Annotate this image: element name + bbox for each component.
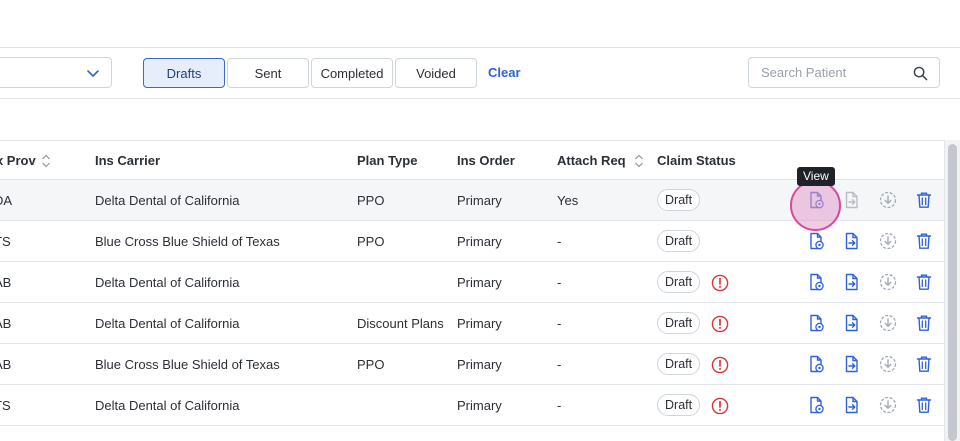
search-input[interactable] bbox=[761, 65, 911, 80]
sort-icon[interactable] bbox=[634, 154, 644, 168]
attach-req-cell: - bbox=[557, 398, 562, 413]
download-icon[interactable] bbox=[879, 396, 897, 414]
plan-type-cell: Discount Plans bbox=[357, 316, 444, 331]
trash-icon[interactable] bbox=[915, 314, 933, 332]
warning-icon[interactable] bbox=[711, 315, 729, 333]
column-ins-carrier: Ins Carrier bbox=[95, 153, 161, 168]
table-row[interactable]: AB Delta Dental of California Primary - Draf… bbox=[0, 262, 944, 303]
cursor-hover-indicator bbox=[790, 180, 841, 231]
table-row[interactable]: TS Delta Dental of California Primary - Draf… bbox=[0, 385, 944, 426]
plan-type-cell: PPO bbox=[357, 234, 385, 249]
download-icon[interactable] bbox=[879, 355, 897, 373]
trash-icon[interactable] bbox=[915, 273, 933, 291]
trash-icon[interactable] bbox=[915, 355, 933, 373]
send-document-icon[interactable] bbox=[843, 396, 861, 414]
status-badge: Draft bbox=[657, 312, 701, 334]
table-row[interactable]: AB Blue Cross Blue Shield of Texas PPO Prim… bbox=[0, 344, 944, 385]
status-badge: Draft bbox=[657, 189, 701, 211]
ins-carrier-cell: Delta Dental of California bbox=[95, 275, 240, 290]
download-icon[interactable] bbox=[879, 314, 897, 332]
ins-carrier-cell: Delta Dental of California bbox=[95, 193, 240, 208]
status-badge: Draft bbox=[657, 394, 701, 416]
plan-type-cell: PPO bbox=[357, 357, 385, 372]
warning-icon[interactable] bbox=[711, 356, 729, 374]
tx-prov-cell: TS bbox=[0, 398, 11, 413]
tx-prov-cell: AB bbox=[0, 357, 12, 372]
attach-req-cell: - bbox=[557, 275, 562, 290]
view-document-icon[interactable] bbox=[807, 232, 825, 250]
tx-prov-cell: AB bbox=[0, 275, 12, 290]
trash-icon[interactable] bbox=[915, 232, 933, 250]
status-badge: Draft bbox=[657, 271, 701, 293]
filter-dropdown[interactable] bbox=[0, 57, 112, 88]
chevron-down-icon bbox=[87, 70, 99, 77]
attach-req-cell: - bbox=[557, 234, 562, 249]
scrollbar-thumb[interactable] bbox=[948, 144, 957, 441]
view-document-icon[interactable] bbox=[807, 355, 825, 373]
send-document-icon[interactable] bbox=[843, 314, 861, 332]
plan-type-cell: PPO bbox=[357, 193, 385, 208]
top-bar bbox=[0, 0, 960, 48]
tx-prov-cell: TS bbox=[0, 234, 11, 249]
column-ins-order: Ins Order bbox=[457, 153, 515, 168]
column-tx-prov[interactable]: Tx Prov bbox=[0, 153, 51, 168]
ins-carrier-cell: Blue Cross Blue Shield of Texas bbox=[95, 357, 280, 372]
download-icon[interactable] bbox=[879, 273, 897, 291]
ins-carrier-cell: Delta Dental of California bbox=[95, 398, 240, 413]
send-document-icon[interactable] bbox=[843, 355, 861, 373]
ins-order-cell: Primary bbox=[457, 234, 502, 249]
search-box[interactable] bbox=[748, 57, 940, 88]
view-document-icon[interactable] bbox=[807, 314, 825, 332]
tab-voided[interactable]: Voided bbox=[395, 58, 477, 88]
trash-icon[interactable] bbox=[915, 191, 933, 209]
clear-filters-link[interactable]: Clear bbox=[488, 65, 521, 80]
attach-req-cell: - bbox=[557, 316, 562, 331]
download-icon[interactable] bbox=[879, 232, 897, 250]
column-claim-status: Claim Status bbox=[657, 153, 736, 168]
ins-order-cell: Primary bbox=[457, 275, 502, 290]
download-icon[interactable] bbox=[879, 191, 897, 209]
ins-order-cell: Primary bbox=[457, 193, 502, 208]
filter-bar: Drafts Sent Completed Voided Clear bbox=[0, 48, 960, 99]
ins-carrier-cell: Blue Cross Blue Shield of Texas bbox=[95, 234, 280, 249]
column-attach-req[interactable]: Attach Req bbox=[557, 153, 644, 168]
search-icon[interactable] bbox=[913, 66, 928, 81]
ins-order-cell: Primary bbox=[457, 398, 502, 413]
ins-carrier-cell: Delta Dental of California bbox=[95, 316, 240, 331]
view-document-icon[interactable] bbox=[807, 396, 825, 414]
ins-order-cell: Primary bbox=[457, 316, 502, 331]
view-document-icon[interactable] bbox=[807, 273, 825, 291]
trash-icon[interactable] bbox=[915, 396, 933, 414]
attach-req-cell: Yes bbox=[557, 193, 579, 208]
warning-icon[interactable] bbox=[711, 274, 729, 292]
tx-prov-cell: AB bbox=[0, 316, 12, 331]
attach-req-cell: - bbox=[557, 357, 562, 372]
scrollbar[interactable] bbox=[944, 140, 960, 441]
table-row[interactable]: AB Delta Dental of California Discount Pla… bbox=[0, 303, 944, 344]
sort-icon[interactable] bbox=[41, 154, 51, 168]
send-document-icon[interactable] bbox=[843, 232, 861, 250]
tx-prov-cell: DA bbox=[0, 193, 13, 208]
warning-icon[interactable] bbox=[711, 397, 729, 415]
tab-drafts[interactable]: Drafts bbox=[143, 58, 225, 88]
ins-order-cell: Primary bbox=[457, 357, 502, 372]
send-document-icon[interactable] bbox=[843, 191, 861, 209]
status-badge: Draft bbox=[657, 230, 701, 252]
tab-completed[interactable]: Completed bbox=[311, 58, 393, 88]
status-badge: Draft bbox=[657, 353, 701, 375]
column-plan-type: Plan Type bbox=[357, 153, 418, 168]
tab-sent[interactable]: Sent bbox=[227, 58, 309, 88]
view-tooltip: View bbox=[797, 167, 835, 186]
send-document-icon[interactable] bbox=[843, 273, 861, 291]
